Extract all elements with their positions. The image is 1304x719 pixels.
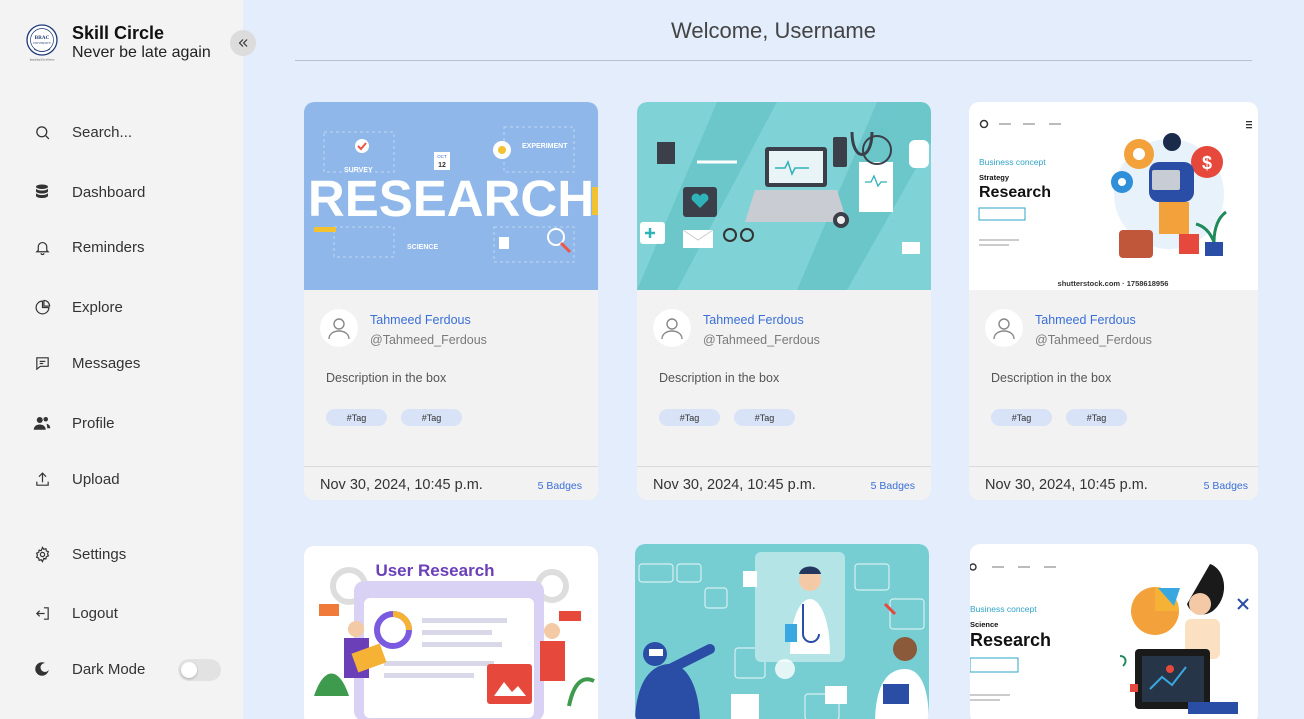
tag-chip[interactable]: #Tag [401, 409, 462, 426]
upload-icon [33, 470, 51, 488]
image-subheading: Science [970, 620, 998, 629]
tag-chip[interactable]: #Tag [734, 409, 795, 426]
post-card[interactable]: Tahmeed Ferdous @Tahmeed_Ferdous Descrip… [637, 102, 931, 500]
badges-link[interactable]: 5 Badges [871, 480, 915, 492]
sidebar-item-logout[interactable]: Logout [0, 597, 243, 629]
bell-icon [33, 238, 51, 256]
post-image: Business concept Strategy Research $ shu… [969, 102, 1258, 290]
author-handle: @Tahmeed_Ferdous [703, 333, 820, 347]
post-card[interactable]: SURVEY OCT 12 EXPERIMENT RESEARCH SCIENC… [304, 102, 598, 500]
image-credit: shutterstock.com · 1758618956 [1058, 279, 1169, 288]
toggle-knob [181, 662, 197, 678]
author-handle: @Tahmeed_Ferdous [1035, 333, 1152, 347]
user-icon [993, 318, 1015, 340]
post-card[interactable]: User Research [304, 546, 598, 719]
post-card[interactable]: Business concept Science Research [970, 544, 1258, 719]
image-headline: RESEARCH [308, 170, 594, 227]
tag-chip[interactable]: #Tag [991, 409, 1052, 426]
sidebar-label-logout: Logout [72, 604, 118, 622]
logout-icon [33, 604, 51, 622]
tag-chip[interactable]: #Tag [659, 409, 720, 426]
sidebar-item-reminders[interactable]: Reminders [0, 231, 243, 263]
user-icon [328, 318, 350, 340]
image-label: 12 [438, 162, 446, 169]
avatar[interactable] [653, 309, 691, 347]
sidebar-item-search[interactable]: Search... [0, 116, 243, 148]
sidebar: BRAC UNIVERSITY Inspiring Excellence Ski… [0, 0, 243, 719]
dark-mode-toggle[interactable] [178, 659, 221, 681]
card-divider [969, 466, 1258, 467]
sidebar-label-explore: Explore [72, 298, 123, 316]
logo-text-line2: UNIVERSITY [33, 41, 52, 45]
badges-link[interactable]: 5 Badges [538, 480, 582, 492]
post-date: Nov 30, 2024, 10:45 p.m. [320, 477, 483, 493]
users-icon [33, 414, 51, 432]
pie-chart-icon [33, 298, 51, 316]
image-small-text: Business concept [970, 604, 1037, 614]
author-name[interactable]: Tahmeed Ferdous [703, 313, 804, 327]
sidebar-label-dashboard: Dashboard [72, 183, 146, 201]
post-description: Description in the box [659, 371, 780, 385]
post-image [637, 102, 931, 290]
dollar-glyph: $ [1202, 153, 1212, 173]
image-label: OCT [437, 154, 447, 159]
header-divider [295, 60, 1252, 61]
moon-icon [33, 660, 51, 678]
sidebar-item-messages[interactable]: Messages [0, 347, 243, 379]
gear-icon [33, 545, 51, 563]
card-divider [637, 466, 931, 467]
sidebar-label-profile: Profile [72, 414, 115, 432]
image-subheading: Strategy [979, 173, 1010, 182]
badges-link[interactable]: 5 Badges [1204, 480, 1248, 492]
post-description: Description in the box [326, 371, 447, 385]
post-date: Nov 30, 2024, 10:45 p.m. [653, 477, 816, 493]
image-label: EXPERIMENT [522, 143, 568, 150]
sidebar-label-reminders: Reminders [72, 238, 145, 256]
image-small-text: Business concept [979, 157, 1046, 167]
card-divider [304, 466, 598, 467]
author-handle: @Tahmeed_Ferdous [370, 333, 487, 347]
user-icon [661, 318, 683, 340]
tag-chip[interactable]: #Tag [326, 409, 387, 426]
post-image [635, 544, 929, 719]
avatar[interactable] [320, 309, 358, 347]
sidebar-item-explore[interactable]: Explore [0, 291, 243, 323]
brac-logo: BRAC UNIVERSITY Inspiring Excellence [26, 24, 58, 62]
author-name[interactable]: Tahmeed Ferdous [1035, 313, 1136, 327]
sidebar-item-upload[interactable]: Upload [0, 463, 243, 495]
post-date: Nov 30, 2024, 10:45 p.m. [985, 477, 1148, 493]
sidebar-label-settings: Settings [72, 545, 127, 563]
post-description: Description in the box [991, 371, 1112, 385]
search-icon [33, 123, 51, 141]
image-label: SCIENCE [407, 244, 438, 251]
avatar[interactable] [985, 309, 1023, 347]
app-title: Skill Circle [72, 23, 165, 43]
post-image: SURVEY OCT 12 EXPERIMENT RESEARCH SCIENC… [304, 102, 598, 290]
sidebar-label-upload: Upload [72, 470, 120, 488]
message-icon [33, 354, 51, 372]
image-headline: User Research [375, 561, 494, 580]
image-headline: Research [970, 630, 1051, 650]
double-chevron-left-icon [238, 39, 248, 47]
sidebar-item-settings[interactable]: Settings [0, 538, 243, 570]
post-image: Business concept Science Research [970, 544, 1258, 719]
post-card[interactable]: Business concept Strategy Research $ shu… [969, 102, 1258, 500]
sidebar-item-profile[interactable]: Profile [0, 407, 243, 439]
collapse-sidebar-button[interactable] [230, 30, 256, 56]
image-headline: Research [979, 184, 1051, 201]
sidebar-label-messages: Messages [72, 354, 141, 372]
post-card[interactable] [635, 544, 929, 719]
tag-chip[interactable]: #Tag [1066, 409, 1127, 426]
app-subtitle: Never be late again [72, 44, 211, 61]
sidebar-label-search: Search... [72, 123, 133, 141]
welcome-heading: Welcome, Username [671, 18, 876, 43]
author-name[interactable]: Tahmeed Ferdous [370, 313, 471, 327]
post-image: User Research [304, 546, 598, 719]
database-icon [33, 183, 51, 201]
logo-tagline: Inspiring Excellence [30, 58, 55, 62]
sidebar-item-dashboard[interactable]: Dashboard [0, 176, 243, 208]
sidebar-label-dark-mode: Dark Mode [72, 660, 146, 678]
